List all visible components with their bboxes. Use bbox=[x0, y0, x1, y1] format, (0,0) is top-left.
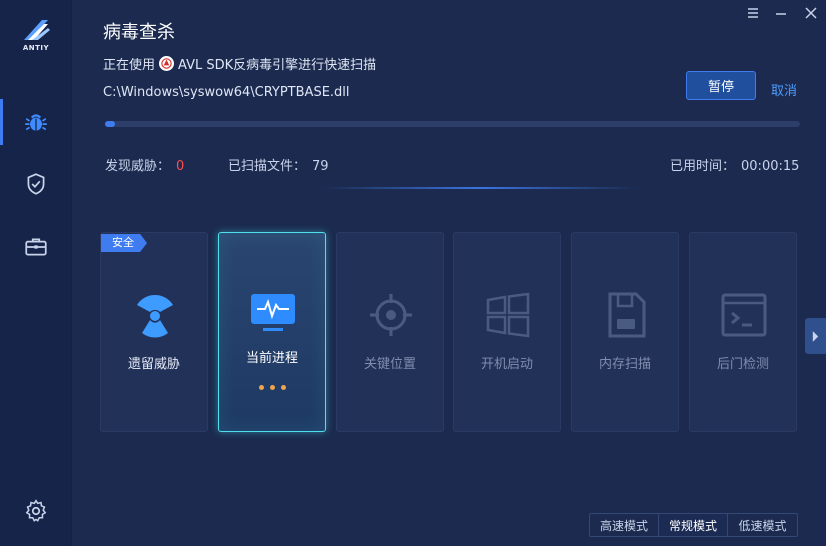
floppy-icon bbox=[599, 288, 653, 342]
safe-badge: 安全 bbox=[101, 234, 147, 252]
card-label: 关键位置 bbox=[363, 357, 416, 372]
mode-fast[interactable]: 高速模式 bbox=[590, 514, 659, 536]
settings-button[interactable] bbox=[0, 488, 72, 534]
shield-check-icon bbox=[27, 173, 45, 195]
mode-slow[interactable]: 低速模式 bbox=[728, 514, 797, 536]
threats-found: 发现威胁： 0 bbox=[105, 155, 184, 174]
files-scanned: 已扫描文件： 79 bbox=[228, 155, 329, 174]
sidebar-item-protection[interactable] bbox=[0, 161, 72, 207]
scan-mode-switch: 高速模式 常规模式 低速模式 bbox=[589, 513, 798, 537]
scan-card-residual-threats[interactable]: 安全 遗留威胁 bbox=[100, 232, 208, 432]
sidebar: ANTIY bbox=[0, 0, 72, 546]
engine-prefix: 正在使用 bbox=[103, 58, 156, 73]
sidebar-item-virus-scan[interactable] bbox=[0, 99, 72, 145]
elapsed-label: 已用时间： bbox=[670, 159, 736, 174]
card-label: 开机启动 bbox=[480, 357, 533, 372]
chevron-right-icon bbox=[812, 330, 819, 342]
scanned-label: 已扫描文件： bbox=[228, 159, 307, 174]
scan-card-key-locations[interactable]: 关键位置 bbox=[336, 232, 444, 432]
card-label: 遗留威胁 bbox=[127, 357, 180, 372]
threats-value: 0 bbox=[176, 159, 185, 174]
scanned-value: 79 bbox=[312, 159, 329, 174]
scan-card-startup[interactable]: 开机启动 bbox=[453, 232, 561, 432]
sidebar-item-toolbox[interactable] bbox=[0, 224, 72, 270]
cancel-link[interactable]: 取消 bbox=[771, 80, 797, 99]
scan-card-memory[interactable]: 内存扫描 bbox=[571, 232, 679, 432]
elapsed-value: 00:00:15 bbox=[741, 159, 800, 174]
page-title: 病毒查杀 bbox=[103, 22, 175, 43]
current-file-path: C:\Windows\syswow64\CRYPTBASE.dll bbox=[103, 85, 350, 100]
terminal-icon bbox=[717, 288, 771, 342]
progress-dot bbox=[280, 385, 286, 390]
menu-icon bbox=[748, 8, 758, 18]
divider-glow bbox=[320, 187, 640, 189]
menu-button[interactable] bbox=[742, 4, 764, 22]
scan-progress-bar bbox=[105, 121, 800, 127]
windows-icon bbox=[481, 288, 535, 342]
antiy-logo: ANTIY bbox=[18, 16, 54, 56]
engine-status: 正在使用 AVL SDK反病毒引擎进行快速扫描 bbox=[103, 54, 376, 73]
mode-normal[interactable]: 常规模式 bbox=[659, 514, 728, 536]
avl-engine-icon bbox=[159, 56, 175, 71]
threats-label: 发现威胁： bbox=[105, 159, 171, 174]
scan-card-current-process[interactable]: 当前进程 bbox=[218, 232, 326, 432]
pause-button[interactable]: 暂停 bbox=[686, 71, 756, 100]
crosshair-icon bbox=[364, 288, 418, 342]
close-icon bbox=[805, 7, 817, 19]
card-label: 后门检测 bbox=[716, 357, 769, 372]
elapsed-time: 已用时间： 00:00:15 bbox=[670, 155, 799, 174]
logo-mark-icon bbox=[24, 20, 50, 40]
logo-text: ANTIY bbox=[22, 44, 50, 52]
next-cards-button[interactable] bbox=[805, 318, 826, 354]
minimize-button[interactable] bbox=[770, 4, 792, 22]
gear-icon bbox=[25, 499, 47, 522]
progress-dot bbox=[269, 385, 275, 390]
minimize-icon bbox=[776, 13, 786, 15]
progress-dots bbox=[219, 385, 325, 390]
close-button[interactable] bbox=[800, 4, 822, 22]
card-label: 内存扫描 bbox=[598, 357, 651, 372]
toolbox-icon bbox=[25, 238, 47, 256]
monitor-pulse-icon bbox=[246, 285, 300, 339]
card-label: 当前进程 bbox=[245, 351, 298, 366]
scan-progress-fill bbox=[105, 121, 116, 127]
engine-text: AVL SDK反病毒引擎进行快速扫描 bbox=[178, 58, 377, 73]
radiation-icon bbox=[128, 288, 182, 342]
bug-icon bbox=[25, 114, 47, 131]
progress-dot bbox=[258, 385, 264, 390]
scan-card-backdoor[interactable]: 后门检测 bbox=[689, 232, 797, 432]
